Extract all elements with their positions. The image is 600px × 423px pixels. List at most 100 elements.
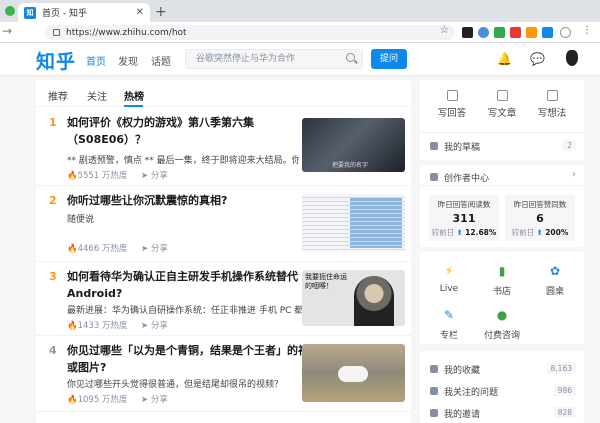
heat-count: 5551 万热度 xyxy=(77,171,128,181)
share-button[interactable]: ➤ 分享 xyxy=(141,393,168,405)
dog-illustration xyxy=(338,366,368,382)
share-button[interactable]: ➤ 分享 xyxy=(141,319,168,331)
item-title[interactable]: 如何评价《权力的游戏》第八季第六集（S08E06）？ xyxy=(67,114,322,148)
extension-icon-1[interactable] xyxy=(462,27,473,38)
thumbnail-bars xyxy=(350,198,402,248)
address-bar: → https://www.zhihu.com/hot ☆ ⋮ xyxy=(0,22,600,43)
hot-item[interactable]: 3 如何看待华为确认正自主研发手机操作系统替代 Android? 最新进展：华为… xyxy=(36,262,411,336)
profile-icon[interactable] xyxy=(560,27,571,38)
tab-title: 首页 - 知乎 xyxy=(42,9,87,19)
heat-count: 1433 万热度 xyxy=(77,321,128,331)
menu-dots-icon[interactable]: ⋮ xyxy=(582,25,593,36)
chevron-right-icon[interactable]: › xyxy=(572,169,576,180)
rank-number: 4 xyxy=(49,344,57,357)
forward-arrow-icon[interactable]: → xyxy=(2,24,12,38)
avatar[interactable] xyxy=(566,50,578,66)
list-count: 828 xyxy=(553,407,576,418)
up-arrow-icon: ⬆ xyxy=(536,228,543,237)
drafts-count: 2 xyxy=(563,140,576,151)
star-icon xyxy=(430,365,438,373)
list-label: 我的收藏 xyxy=(444,366,481,376)
item-thumbnail[interactable]: 我要扼住命运的咽喉！ xyxy=(302,270,405,326)
grid-paid-consult[interactable]: ● 付费咨询 xyxy=(475,308,529,341)
bell-icon[interactable]: 🔔 xyxy=(497,52,512,66)
grid-bookstore[interactable]: ▮ 书店 xyxy=(475,264,529,297)
grid-roundtable[interactable]: ✿ 圆桌 xyxy=(528,264,582,297)
heat-meta: 🔥5551 万热度 xyxy=(67,169,127,181)
drafts-link[interactable]: 我的草稿 xyxy=(444,140,480,153)
active-tab-indicator xyxy=(124,105,143,107)
extension-icon-3[interactable] xyxy=(494,27,505,38)
share-icon: ➤ xyxy=(141,395,151,405)
roundtable-icon: ✿ xyxy=(549,264,561,278)
hot-item-partial[interactable] xyxy=(36,412,411,423)
heat-meta: 🔥4466 万热度 xyxy=(67,242,127,254)
stat-reads[interactable]: 昨日回答阅读数 311 较前日 ⬆ 12.68% xyxy=(429,195,499,241)
consult-icon: ● xyxy=(496,308,508,322)
search-icon[interactable] xyxy=(346,53,355,62)
write-article-button[interactable]: 写文章 xyxy=(477,90,527,119)
item-title[interactable]: 如何看待华为确认正自主研发手机操作系统替代 Android? xyxy=(67,268,322,302)
ask-button[interactable]: 提问 xyxy=(371,49,407,69)
list-item[interactable]: 我关注的问题 986 xyxy=(420,383,584,401)
heat-meta: 🔥1095 万热度 xyxy=(67,393,127,405)
fire-icon: 🔥 xyxy=(67,321,78,331)
stat-value: 311 xyxy=(452,212,476,225)
share-button[interactable]: ➤ 分享 xyxy=(141,169,168,181)
url-text: https://www.zhihu.com/hot xyxy=(66,27,187,38)
list-item[interactable]: 我的邀请 828 xyxy=(420,405,584,423)
message-icon[interactable]: 💬 xyxy=(530,52,545,66)
item-thumbnail[interactable] xyxy=(302,194,405,252)
creator-center-card: 创作者中心 › 昨日回答阅读数 311 较前日 ⬆ 12.68% 昨日回答赞同数… xyxy=(420,165,584,247)
tab-hot[interactable]: 热榜 xyxy=(124,88,144,103)
up-arrow-icon: ⬆ xyxy=(456,228,463,237)
grid-column[interactable]: ✎ 专栏 xyxy=(422,308,476,341)
bookmark-star-icon[interactable]: ☆ xyxy=(440,25,449,36)
grid-live[interactable]: ⚡ Live xyxy=(422,264,476,294)
write-answer-button[interactable]: 写回答 xyxy=(427,90,477,119)
hot-item[interactable]: 4 你见过哪些「以为是个青铜，结果是个王者」的视频或图片? 你见过哪些开头觉得很… xyxy=(36,336,411,412)
write-idea-button[interactable]: 写想法 xyxy=(527,90,577,119)
idea-icon xyxy=(546,90,558,101)
question-icon xyxy=(430,387,438,395)
extension-icon-5[interactable] xyxy=(526,27,537,38)
hot-item[interactable]: 1 如何评价《权力的游戏》第八季第六集（S08E06）？ ** 剧透预警，慎点 … xyxy=(36,108,411,186)
item-title[interactable]: 你听过哪些让你沉默震惊的真相? xyxy=(67,192,322,209)
item-excerpt: 随便说 xyxy=(67,215,95,225)
url-field[interactable]: https://www.zhihu.com/hot xyxy=(45,25,455,40)
draft-icon xyxy=(430,142,438,150)
answer-icon xyxy=(446,90,458,101)
tab-close-icon[interactable]: ✕ xyxy=(136,7,144,18)
creator-center-link[interactable]: 创作者中心 xyxy=(444,171,489,184)
invite-icon xyxy=(430,409,438,417)
item-thumbnail[interactable]: 把要我的名字 xyxy=(302,118,405,172)
extension-icon-6[interactable] xyxy=(542,27,553,38)
hot-item[interactable]: 2 你听过哪些让你沉默震惊的真相? 随便说 🔥4466 万热度 ➤ 分享 xyxy=(36,186,411,262)
share-label: 分享 xyxy=(150,171,168,181)
nav-topics[interactable]: 话题 xyxy=(151,53,171,68)
extension-icon-4[interactable] xyxy=(510,27,521,38)
lightning-icon: ⚡ xyxy=(444,264,454,278)
nav-explore[interactable]: 发现 xyxy=(118,53,138,68)
item-excerpt: ** 剧透预警，慎点 ** 最后一集，终于即将迎来大结局。你对... xyxy=(67,156,299,166)
list-item[interactable]: 我的收藏 8,163 xyxy=(420,361,584,379)
zhihu-logo[interactable]: 知乎 xyxy=(36,47,76,74)
heat-count: 4466 万热度 xyxy=(77,244,128,254)
feed-tabs: 推荐 关注 热榜 xyxy=(36,80,411,107)
new-tab-button[interactable]: + xyxy=(155,4,167,20)
tab-recommend[interactable]: 推荐 xyxy=(48,88,68,103)
portrait-illustration xyxy=(354,276,394,326)
extension-icon-2[interactable] xyxy=(478,27,489,38)
nav-home[interactable]: 首页 xyxy=(86,53,106,68)
write-article-label: 写文章 xyxy=(487,108,517,119)
search-input[interactable]: 谷歌突然停止与华为合作 xyxy=(185,49,363,69)
stat-votes[interactable]: 昨日回答赞同数 6 较前日 ⬆ 200% xyxy=(505,195,575,241)
share-button[interactable]: ➤ 分享 xyxy=(141,242,168,254)
tab-following[interactable]: 关注 xyxy=(87,88,107,103)
item-title[interactable]: 你见过哪些「以为是个青铜，结果是个王者」的视频或图片? xyxy=(67,342,322,376)
window-close-control[interactable] xyxy=(5,6,15,16)
item-thumbnail[interactable] xyxy=(302,344,405,402)
thumbnail-caption: 我要扼住命运的咽喉！ xyxy=(305,273,347,290)
browser-tab[interactable]: 知 首页 - 知乎 ✕ xyxy=(18,3,150,22)
fire-icon: 🔥 xyxy=(67,171,78,181)
